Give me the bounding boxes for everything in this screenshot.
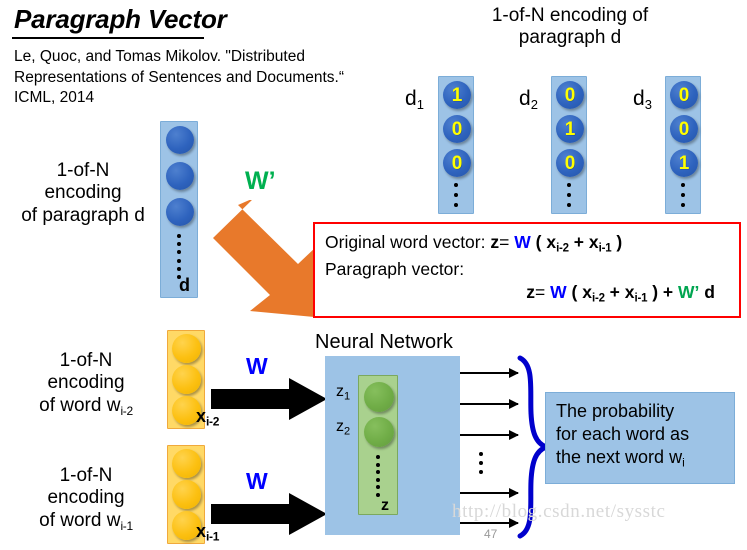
node-value: 1	[564, 118, 576, 140]
hidden-layer-vector: z	[358, 375, 398, 515]
paragraph-input-caption-line1: 1-of-N	[56, 160, 110, 181]
vector-node	[166, 126, 194, 154]
vector-node	[172, 365, 201, 394]
citation-text: Le, Quoc, and Tomas Mikolov. "Distribute…	[14, 48, 344, 107]
vector-label-d2-sub: 2	[530, 97, 538, 113]
vector-node: 1	[443, 81, 471, 109]
probability-line-2: for each word as	[556, 424, 690, 445]
word-input-1-caption: 1-of-N encoding of word wi-1	[6, 465, 166, 533]
hidden-node	[364, 417, 394, 447]
node-value: 0	[564, 84, 576, 106]
formula-line-2-expression: z= W ( xi-2 + xi-1 ) + W’ d	[526, 282, 715, 305]
top-encoding-heading-line2: paragraph d	[518, 27, 622, 49]
vector-label-d2-base: d	[519, 87, 531, 110]
paragraph-input-vector-label: d	[179, 275, 190, 295]
one-hot-vector-d1: 1 0 0	[438, 76, 474, 214]
hidden-layer-label: z	[381, 497, 389, 514]
hidden-node-label-z2: z2	[336, 418, 351, 438]
vector-node	[172, 334, 201, 363]
hidden-layer-ellipsis	[359, 455, 397, 497]
vector-node: 0	[443, 149, 471, 177]
black-arrow-0	[211, 378, 327, 420]
vector-label-d3-sub: 3	[644, 97, 652, 113]
output-arrow	[460, 399, 519, 409]
hidden-node	[364, 382, 394, 412]
hidden-node-label-z1: z1	[336, 383, 351, 403]
probability-description-box: The probability for each word as the nex…	[545, 392, 735, 484]
top-encoding-heading: 1-of-N encoding of paragraph d	[430, 5, 710, 50]
vector-node	[172, 480, 201, 509]
vector-node	[166, 162, 194, 190]
vector-node	[172, 449, 201, 478]
one-hot-vector-d3: 0 0 1	[665, 76, 701, 214]
formula-line1-label: Original word vector:	[325, 232, 486, 252]
vector-node: 0	[670, 81, 698, 109]
page-title: Paragraph Vector	[14, 4, 227, 34]
word-input-0-caption-line2: encoding	[47, 372, 125, 394]
formula-line-1: Original word vector: z= W ( xi-2 + xi-1…	[325, 232, 623, 255]
output-arrow	[460, 368, 519, 378]
paragraph-input-vector: d	[160, 121, 198, 298]
vector-ellipsis	[666, 183, 700, 207]
vector-node: 0	[556, 149, 584, 177]
title-underline	[12, 37, 204, 39]
page-number: 47	[484, 527, 498, 541]
formula-line-2-label: Paragraph vector:	[325, 259, 465, 280]
probability-line-1: The probability	[556, 401, 675, 421]
probability-line-3: the next word wi	[556, 447, 685, 470]
neural-network-label: Neural Network	[315, 331, 453, 353]
weight-label-w-1: W	[246, 468, 268, 494]
node-value: 0	[678, 84, 690, 106]
node-value: 1	[451, 84, 463, 106]
node-value: 0	[451, 152, 463, 174]
vector-node: 1	[556, 115, 584, 143]
weight-label-w-0: W	[246, 353, 268, 379]
word-input-0-caption-line3: of word wi-2	[39, 394, 133, 418]
word-input-1-caption-line3: of word wi-1	[39, 509, 133, 533]
vector-ellipsis	[439, 183, 473, 207]
paragraph-input-caption-line3: of paragraph d	[21, 204, 145, 226]
vector-ellipsis	[552, 183, 586, 207]
node-value: 0	[451, 118, 463, 140]
weight-label-w-prime: W’	[245, 167, 276, 195]
output-arrow	[460, 430, 519, 440]
node-value: 0	[564, 152, 576, 174]
vector-label-d1-sub: 1	[416, 97, 424, 113]
paragraph-input-caption: 1-of-N encoding of paragraph d	[8, 160, 158, 227]
node-value: 1	[678, 152, 690, 174]
vector-label-d3: d3	[633, 88, 652, 111]
vector-node: 1	[670, 149, 698, 177]
vector-ellipsis	[161, 234, 197, 279]
one-hot-vector-d2: 0 1 0	[551, 76, 587, 214]
vector-node: 0	[670, 115, 698, 143]
paragraph-input-caption-line2: encoding	[44, 182, 122, 204]
word-input-1-caption-line1: 1-of-N	[59, 465, 113, 486]
vector-node	[166, 198, 194, 226]
vector-label-d2: d2	[519, 88, 538, 111]
slide-canvas: Paragraph Vector Le, Quoc, and Tomas Mik…	[0, 0, 747, 550]
watermark-text: http://blog.csdn.net/sysstc	[452, 501, 666, 522]
node-value: 0	[678, 118, 690, 140]
black-arrow-1	[211, 493, 327, 535]
output-arrow	[460, 488, 519, 498]
output-ellipsis	[478, 452, 484, 474]
formula-box: Original word vector: z= W ( xi-2 + xi-1…	[313, 222, 741, 318]
vector-label-d1-base: d	[405, 87, 417, 110]
vector-label-d1: d1	[405, 88, 424, 111]
word-input-1-caption-line2: encoding	[47, 487, 125, 509]
neural-network-box: z z1 z2	[325, 356, 460, 535]
word-input-0-caption: 1-of-N encoding of word wi-2	[6, 350, 166, 418]
top-encoding-heading-line1: 1-of-N encoding of	[491, 5, 649, 26]
vector-node: 0	[443, 115, 471, 143]
vector-node: 0	[556, 81, 584, 109]
vector-label-d3-base: d	[633, 87, 645, 110]
word-input-0-caption-line1: 1-of-N	[59, 350, 113, 371]
